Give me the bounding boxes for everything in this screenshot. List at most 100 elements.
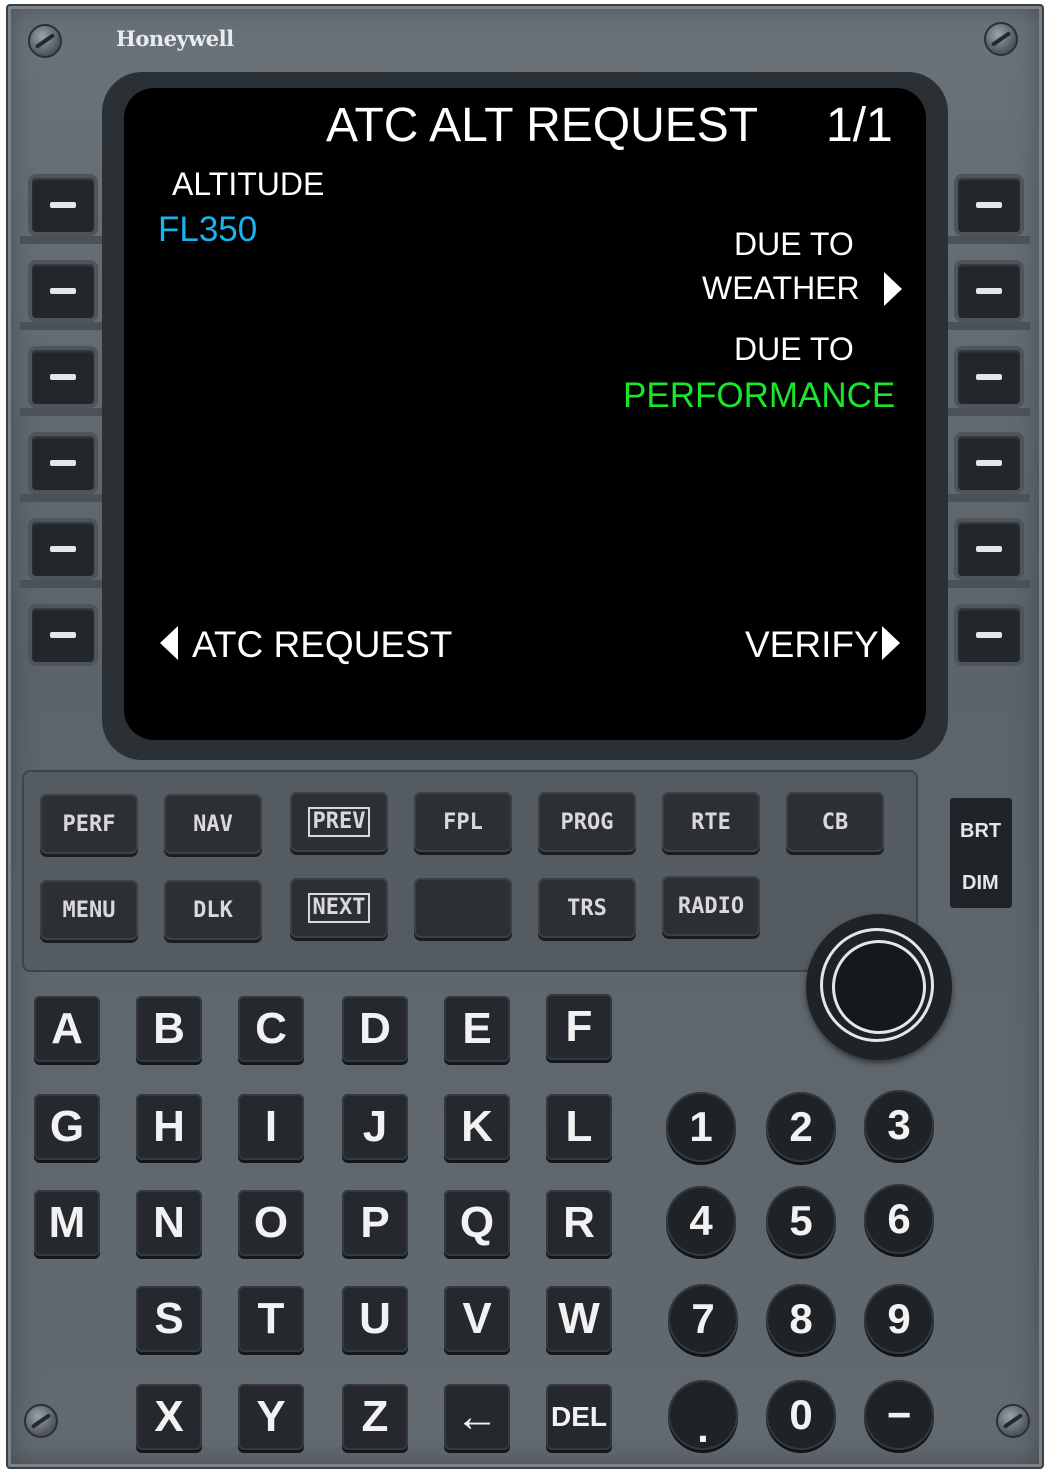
key-m[interactable]: M <box>34 1190 100 1256</box>
key-k[interactable]: K <box>444 1094 510 1160</box>
lsk-r5[interactable] <box>958 522 1020 576</box>
key-7[interactable]: 7 <box>668 1284 738 1354</box>
key-5[interactable]: 5 <box>766 1186 836 1256</box>
key-decimal[interactable]: . <box>668 1380 738 1450</box>
key-u[interactable]: U <box>342 1286 408 1352</box>
key-h[interactable]: H <box>136 1094 202 1160</box>
lsk-l6[interactable] <box>32 608 94 662</box>
fpl-key[interactable]: FPL <box>414 792 512 852</box>
nav-key-label: NAV <box>193 811 233 837</box>
key-f[interactable]: F <box>546 994 612 1060</box>
key-n[interactable]: N <box>136 1190 202 1256</box>
key-u-label: U <box>359 1294 391 1343</box>
blank-key[interactable] <box>414 878 512 938</box>
key-6[interactable]: 6 <box>864 1184 934 1254</box>
next-key[interactable]: NEXT <box>290 878 388 938</box>
key-p[interactable]: P <box>342 1190 408 1256</box>
key-a[interactable]: A <box>34 996 100 1062</box>
key-c[interactable]: C <box>238 996 304 1062</box>
key-0[interactable]: 0 <box>766 1380 836 1450</box>
cursor-knob[interactable] <box>806 914 952 1060</box>
key-e[interactable]: E <box>444 996 510 1062</box>
key-m-label: M <box>48 1198 86 1247</box>
key-p-label: P <box>360 1198 390 1247</box>
verify-link: VERIFY <box>745 624 879 665</box>
brt-label: BRT <box>960 820 1002 842</box>
key-v[interactable]: V <box>444 1286 510 1352</box>
lsk-r6[interactable] <box>958 608 1020 662</box>
perf-key[interactable]: PERF <box>40 794 138 854</box>
key-2[interactable]: 2 <box>766 1092 836 1162</box>
dlk-key[interactable]: DLK <box>164 880 262 940</box>
lsk-r1[interactable] <box>958 178 1020 232</box>
key-9-label: 9 <box>887 1295 911 1342</box>
trs-key[interactable]: TRS <box>538 878 636 938</box>
perf-key-label: PERF <box>62 811 116 837</box>
key-w[interactable]: W <box>546 1286 612 1352</box>
key-t[interactable]: T <box>238 1286 304 1352</box>
rte-key[interactable]: RTE <box>662 792 760 852</box>
key-q-label: Q <box>459 1198 495 1247</box>
key-backspace[interactable]: ← <box>444 1384 510 1450</box>
lsk-l5[interactable] <box>32 522 94 576</box>
menu-key-label: MENU <box>62 897 116 923</box>
key-b-label: B <box>153 1004 185 1053</box>
nav-key[interactable]: NAV <box>164 794 262 854</box>
rte-key-label: RTE <box>691 809 731 835</box>
fpl-key-label: FPL <box>443 809 483 835</box>
key-minus-label: − <box>886 1391 912 1438</box>
cb-key[interactable]: CB <box>786 792 884 852</box>
key-y-label: Y <box>256 1392 286 1441</box>
lsk-l1[interactable] <box>32 178 94 232</box>
key-j[interactable]: J <box>342 1094 408 1160</box>
radio-key[interactable]: RADIO <box>662 876 760 936</box>
key-r[interactable]: R <box>546 1190 612 1256</box>
lsk-l3[interactable] <box>32 350 94 404</box>
key-g-label: G <box>49 1102 85 1151</box>
brt-dim-rocker[interactable]: BRT DIM <box>950 798 1012 908</box>
brand-logo: Honeywell <box>116 26 234 51</box>
prev-key-label: PREV <box>307 807 371 837</box>
key-1[interactable]: 1 <box>666 1092 736 1162</box>
key-f-label: F <box>565 1002 593 1051</box>
lsk-r2[interactable] <box>958 264 1020 318</box>
lsk-r4[interactable] <box>958 436 1020 490</box>
key-4[interactable]: 4 <box>666 1186 736 1256</box>
performance-option: PERFORMANCE <box>623 376 896 415</box>
arrow-left-icon <box>160 626 178 660</box>
key-b[interactable]: B <box>136 996 202 1062</box>
atc-request-link: ATC REQUEST <box>192 624 453 665</box>
key-3[interactable]: 3 <box>864 1090 934 1160</box>
key-8[interactable]: 8 <box>766 1284 836 1354</box>
lsk-l2[interactable] <box>32 264 94 318</box>
key-i[interactable]: I <box>238 1094 304 1160</box>
key-7-label: 7 <box>691 1295 715 1342</box>
key-9[interactable]: 9 <box>864 1284 934 1354</box>
key-z-label: Z <box>361 1392 389 1441</box>
prev-key[interactable]: PREV <box>290 792 388 852</box>
lsk-r3[interactable] <box>958 350 1020 404</box>
backspace-arrow-icon: ← <box>455 1392 499 1441</box>
arrow-right-icon <box>882 626 900 660</box>
prog-key[interactable]: PROG <box>538 792 636 852</box>
key-del[interactable]: DEL <box>546 1384 612 1450</box>
key-s[interactable]: S <box>136 1286 202 1352</box>
key-z[interactable]: Z <box>342 1384 408 1450</box>
key-l[interactable]: L <box>546 1094 612 1160</box>
due-to-label-1: DUE TO <box>734 226 854 262</box>
key-y[interactable]: Y <box>238 1384 304 1450</box>
menu-key[interactable]: MENU <box>40 880 138 940</box>
key-g[interactable]: G <box>34 1094 100 1160</box>
key-x-label: X <box>154 1392 184 1441</box>
lsk-l4[interactable] <box>32 436 94 490</box>
key-e-label: E <box>462 1004 492 1053</box>
key-x[interactable]: X <box>136 1384 202 1450</box>
key-k-label: K <box>461 1102 493 1151</box>
key-q[interactable]: Q <box>444 1190 510 1256</box>
key-o-label: O <box>253 1198 289 1247</box>
key-o[interactable]: O <box>238 1190 304 1256</box>
key-del-label: DEL <box>551 1401 607 1432</box>
key-minus[interactable]: − <box>864 1380 934 1450</box>
key-d[interactable]: D <box>342 996 408 1062</box>
key-t-label: T <box>257 1294 285 1343</box>
